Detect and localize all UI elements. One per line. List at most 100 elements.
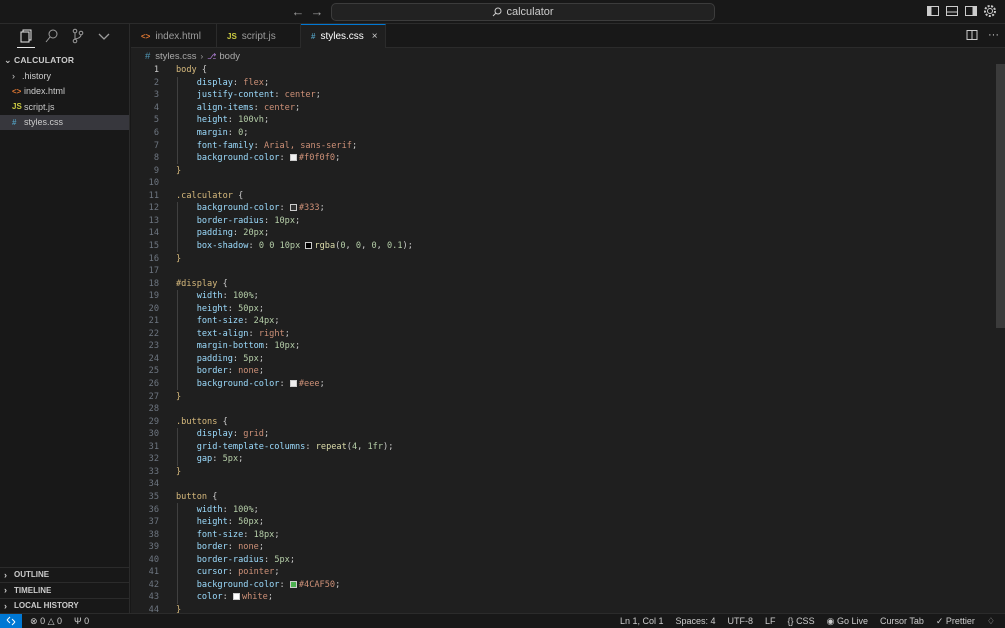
code-line[interactable]: 5 height: 100vh; (131, 114, 991, 127)
code-line[interactable]: 17 (131, 265, 991, 278)
code-line[interactable]: 22 text-align: right; (131, 328, 991, 341)
command-center-search[interactable]: calculator (331, 3, 715, 21)
explorer-files-icon[interactable] (18, 28, 34, 44)
code-line[interactable]: 32 gap: 5px; (131, 453, 991, 466)
timeline-section[interactable]: › TIMELINE (0, 582, 130, 598)
code-line[interactable]: 28 (131, 403, 991, 416)
line-number: 4 (153, 102, 159, 113)
indentation[interactable]: Spaces: 4 (675, 616, 715, 626)
code-text: button { (176, 491, 218, 502)
gear-icon[interactable] (983, 4, 997, 18)
code-line[interactable]: 37 height: 50px; (131, 516, 991, 529)
code-line[interactable]: 15 box-shadow: 0 0 10px rgba(0, 0, 0, 0.… (131, 240, 991, 253)
close-icon[interactable]: × (372, 31, 378, 42)
code-editor[interactable]: 1 body {2 display: flex; 3 justify-content… (131, 64, 1005, 613)
chevron-down-icon[interactable] (96, 28, 112, 44)
chevron-right-icon: › (200, 51, 204, 61)
code-line[interactable]: 19 width: 100%; (131, 290, 991, 303)
cursor-tab[interactable]: Cursor Tab (880, 616, 924, 626)
code-line[interactable]: 29 .buttons { (131, 415, 991, 428)
outline-section[interactable]: › OUTLINE (0, 566, 130, 583)
code-line[interactable]: 27} (131, 390, 991, 403)
prettier-status[interactable]: ✓ Prettier (936, 616, 975, 627)
end-of-line[interactable]: LF (765, 616, 776, 626)
code-line[interactable]: 35 button { (131, 491, 991, 504)
line-number: 22 (148, 328, 159, 339)
code-line[interactable]: 34 (131, 478, 991, 491)
folder-header[interactable]: ⌄ CALCULATOR (0, 52, 129, 68)
tab-styles-css[interactable]: # styles.css × (301, 24, 386, 48)
editor-scrollbar[interactable] (996, 64, 1005, 328)
tab-index-html[interactable]: <> index.html (131, 24, 217, 48)
cursor-position[interactable]: Ln 1, Col 1 (620, 616, 664, 626)
ports-indicator[interactable]: Ψ 0 (74, 616, 89, 626)
line-number: 10 (148, 178, 159, 189)
code-line[interactable]: 24 padding: 5px; (131, 353, 991, 366)
arrow-left-icon[interactable]: ← (290, 4, 306, 20)
code-line[interactable]: 9} (131, 164, 991, 177)
code-line[interactable]: 6 margin: 0; (131, 127, 991, 140)
code-line[interactable]: 13 border-radius: 10px; (131, 215, 991, 228)
bell-icon[interactable]: ♢ (987, 616, 995, 627)
line-number: 3 (153, 90, 159, 101)
code-line[interactable]: 23 margin-bottom: 10px; (131, 340, 991, 353)
toggle-panel-icon[interactable] (945, 4, 959, 18)
code-line[interactable]: 26 background-color: #eee; (131, 378, 991, 391)
language-mode[interactable]: {} CSS (788, 616, 815, 626)
go-live-button[interactable]: ◉ Go Live (827, 616, 868, 627)
breadcrumb-symbol[interactable]: body (219, 51, 240, 62)
remote-indicator[interactable] (0, 613, 22, 628)
tree-item-script-js[interactable]: JS script.js (0, 99, 129, 115)
code-line[interactable]: 42 background-color: #4CAF50; (131, 579, 991, 592)
section-label: LOCAL HISTORY (14, 601, 79, 611)
section-label: TIMELINE (14, 585, 52, 595)
tab-script-js[interactable]: JS script.js (217, 24, 301, 48)
toggle-secondary-sidebar-icon[interactable] (964, 4, 978, 18)
code-line[interactable]: 41 cursor: pointer; (131, 566, 991, 579)
toggle-primary-sidebar-icon[interactable] (926, 4, 940, 18)
code-line[interactable]: 8 background-color: #f0f0f0; (131, 152, 991, 165)
breadcrumb-file[interactable]: styles.css (155, 51, 196, 62)
code-line[interactable]: 3 justify-content: center; (131, 89, 991, 102)
code-line[interactable]: 7 font-family: Arial, sans-serif; (131, 139, 991, 152)
code-line[interactable]: 36 width: 100%; (131, 503, 991, 516)
code-line[interactable]: 16} (131, 252, 991, 265)
split-editor-icon[interactable] (966, 29, 978, 41)
code-line[interactable]: 4 align-items: center; (131, 102, 991, 115)
code-line[interactable]: 20 height: 50px; (131, 302, 991, 315)
code-text: gap: 5px; (196, 454, 244, 465)
encoding[interactable]: UTF-8 (728, 616, 754, 626)
tree-item-history[interactable]: › .history (0, 68, 129, 84)
code-line[interactable]: 21 font-size: 24px; (131, 315, 991, 328)
code-line[interactable]: 43 color: white; (131, 591, 991, 604)
code-line[interactable]: 40 border-radius: 5px; (131, 553, 991, 566)
code-line[interactable]: 14 padding: 20px; (131, 227, 991, 240)
code-line[interactable]: 25 border: none; (131, 365, 991, 378)
code-line[interactable]: 38 font-size: 18px; (131, 528, 991, 541)
tree-item-index-html[interactable]: <> index.html (0, 84, 129, 100)
line-number: 40 (148, 554, 159, 565)
local-history-section[interactable]: › LOCAL HISTORY (0, 597, 130, 614)
code-line[interactable]: 2 display: flex; (131, 77, 991, 90)
code-line[interactable]: 12 background-color: #333; (131, 202, 991, 215)
code-line[interactable]: 30 display: grid; (131, 428, 991, 441)
code-line[interactable]: 18 #display { (131, 277, 991, 290)
code-text: height: 50px; (196, 517, 264, 528)
source-control-icon[interactable] (70, 28, 86, 44)
code-text: width: 100%; (196, 291, 259, 302)
go-live-label: Go Live (836, 615, 868, 626)
code-line[interactable]: 31 grid-template-columns: repeat(4, 1fr)… (131, 441, 991, 454)
tree-item-styles-css[interactable]: # styles.css (0, 114, 129, 130)
code-line[interactable]: 1 body { (131, 64, 991, 77)
code-line[interactable]: 10 (131, 177, 991, 190)
code-line[interactable]: 44} (131, 604, 991, 613)
arrow-right-icon[interactable]: → (309, 4, 325, 20)
code-line[interactable]: 39 border: none; (131, 541, 991, 554)
more-actions-icon[interactable]: ··· (988, 29, 999, 41)
problems-indicator[interactable]: ⊗ 0 △ 0 (30, 616, 62, 627)
code-line[interactable]: 11 .calculator { (131, 190, 991, 203)
prettier-label: Prettier (945, 615, 975, 626)
search-icon[interactable] (44, 28, 60, 44)
code-text: background-color: #333; (196, 203, 325, 214)
code-line[interactable]: 33} (131, 466, 991, 479)
